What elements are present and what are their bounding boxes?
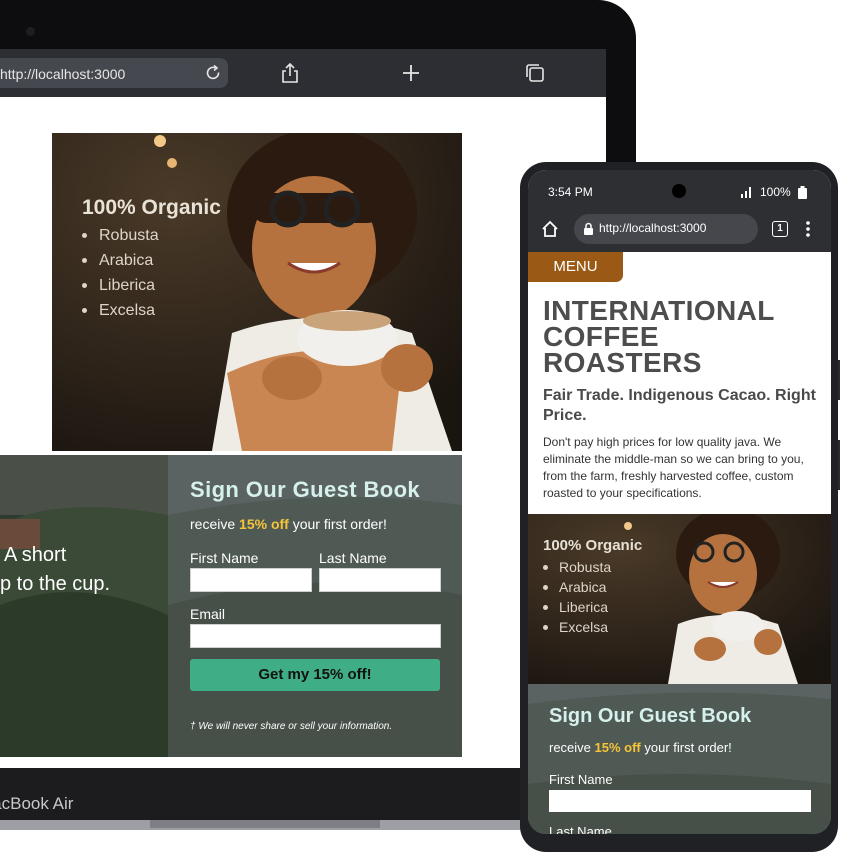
offer-text: receive [549,740,595,755]
email-label: Email [190,606,226,622]
last-name-label: Last Name [549,824,612,834]
farm-tagline-panel: A short p to the cup. [0,455,168,757]
bean-list: Robusta Arabica Liberica Excelsa [82,223,159,323]
last-name-field[interactable] [319,568,441,592]
list-item: Excelsa [82,298,159,323]
first-name-field[interactable] [190,568,312,592]
battery-percent: 100% [760,185,791,199]
tab-count-badge[interactable]: 1 [772,221,788,237]
signal-icon [741,187,751,198]
first-name-label: First Name [190,550,259,566]
list-item: Excelsa [543,617,611,637]
list-item: Robusta [82,223,159,248]
menu-button[interactable]: MENU [528,252,623,282]
privacy-note: † We will never share or sell your infor… [190,721,393,732]
page-title: INTERNATIONAL COFFEE ROASTERS [543,297,823,378]
organic-heading: 100% Organic [82,196,221,219]
guestbook-offer: receive 15% off your first order! [190,516,387,532]
guestbook-title: Sign Our Guest Book [549,705,752,727]
page-title-line: ROASTERS [543,347,702,378]
submit-button[interactable]: Get my 15% off! [190,659,440,691]
list-item: Arabica [82,248,159,273]
bean-list: Robusta Arabica Liberica Excelsa [543,557,611,637]
last-name-label: Last Name [319,550,387,566]
battery-icon [798,186,807,199]
guestbook-panel: Sign Our Guest Book receive 15% off your… [168,455,462,757]
new-tab-icon[interactable] [400,62,422,84]
laptop-url-text[interactable]: http://localhost:3000 [0,66,125,82]
reload-icon[interactable] [203,63,223,83]
status-time: 3:54 PM [548,185,593,199]
home-icon[interactable] [541,220,559,238]
overflow-menu-icon[interactable] [805,220,811,238]
farm-landscape-image [0,455,168,757]
laptop-brand-label: MacBook Air [0,794,73,814]
tabs-overview-icon[interactable] [524,62,546,84]
laptop-page-viewport: 100% Organic Robusta Arabica Liberica Ex… [0,97,606,769]
laptop-hinge-notch [150,820,380,828]
offer-text: your first order! [640,740,732,755]
guestbook-offer: receive 15% off your first order! [549,740,732,755]
share-icon[interactable] [279,62,301,84]
farm-tagline-line: p to the cup. [0,573,111,595]
offer-highlight: 15% off [239,516,289,532]
phone-status-bar: 3:54 PM 100% [528,170,831,212]
list-item: Robusta [543,557,611,577]
phone-hero-section: 100% Organic Robusta Arabica Liberica Ex… [528,514,831,684]
hero-image-section: 100% Organic Robusta Arabica Liberica Ex… [52,133,462,451]
email-field[interactable] [190,624,441,648]
farm-tagline: A short p to the cup. [0,541,110,599]
phone-url-text[interactable]: http://localhost:3000 [599,221,706,235]
list-item: Arabica [543,577,611,597]
phone-screen: 3:54 PM 100% http://localhost:3000 1 MEN… [528,170,831,834]
offer-text: receive [190,516,240,532]
laptop-brand-text: MacBook Air [0,794,74,813]
phone-guestbook-panel: Sign Our Guest Book receive 15% off your… [528,684,831,834]
lock-icon [584,222,593,235]
page-subtitle: Fair Trade. Indigenous Cacao. Right Pric… [543,387,816,424]
laptop-camera [26,27,35,36]
offer-text: your first order! [288,516,387,532]
list-item: Liberica [82,273,159,298]
farm-tagline-line: A short [4,544,67,566]
intro-paragraph: Don't pay high prices for low quality ja… [543,435,804,500]
phone-address-bar: http://localhost:3000 1 [528,212,831,252]
phone-camera [672,184,686,198]
first-name-label: First Name [549,772,613,787]
first-name-field[interactable] [549,790,811,812]
organic-heading: 100% Organic [543,537,643,554]
offer-highlight: 15% off [594,740,641,755]
list-item: Liberica [543,597,611,617]
guestbook-title: Sign Our Guest Book [190,477,421,502]
